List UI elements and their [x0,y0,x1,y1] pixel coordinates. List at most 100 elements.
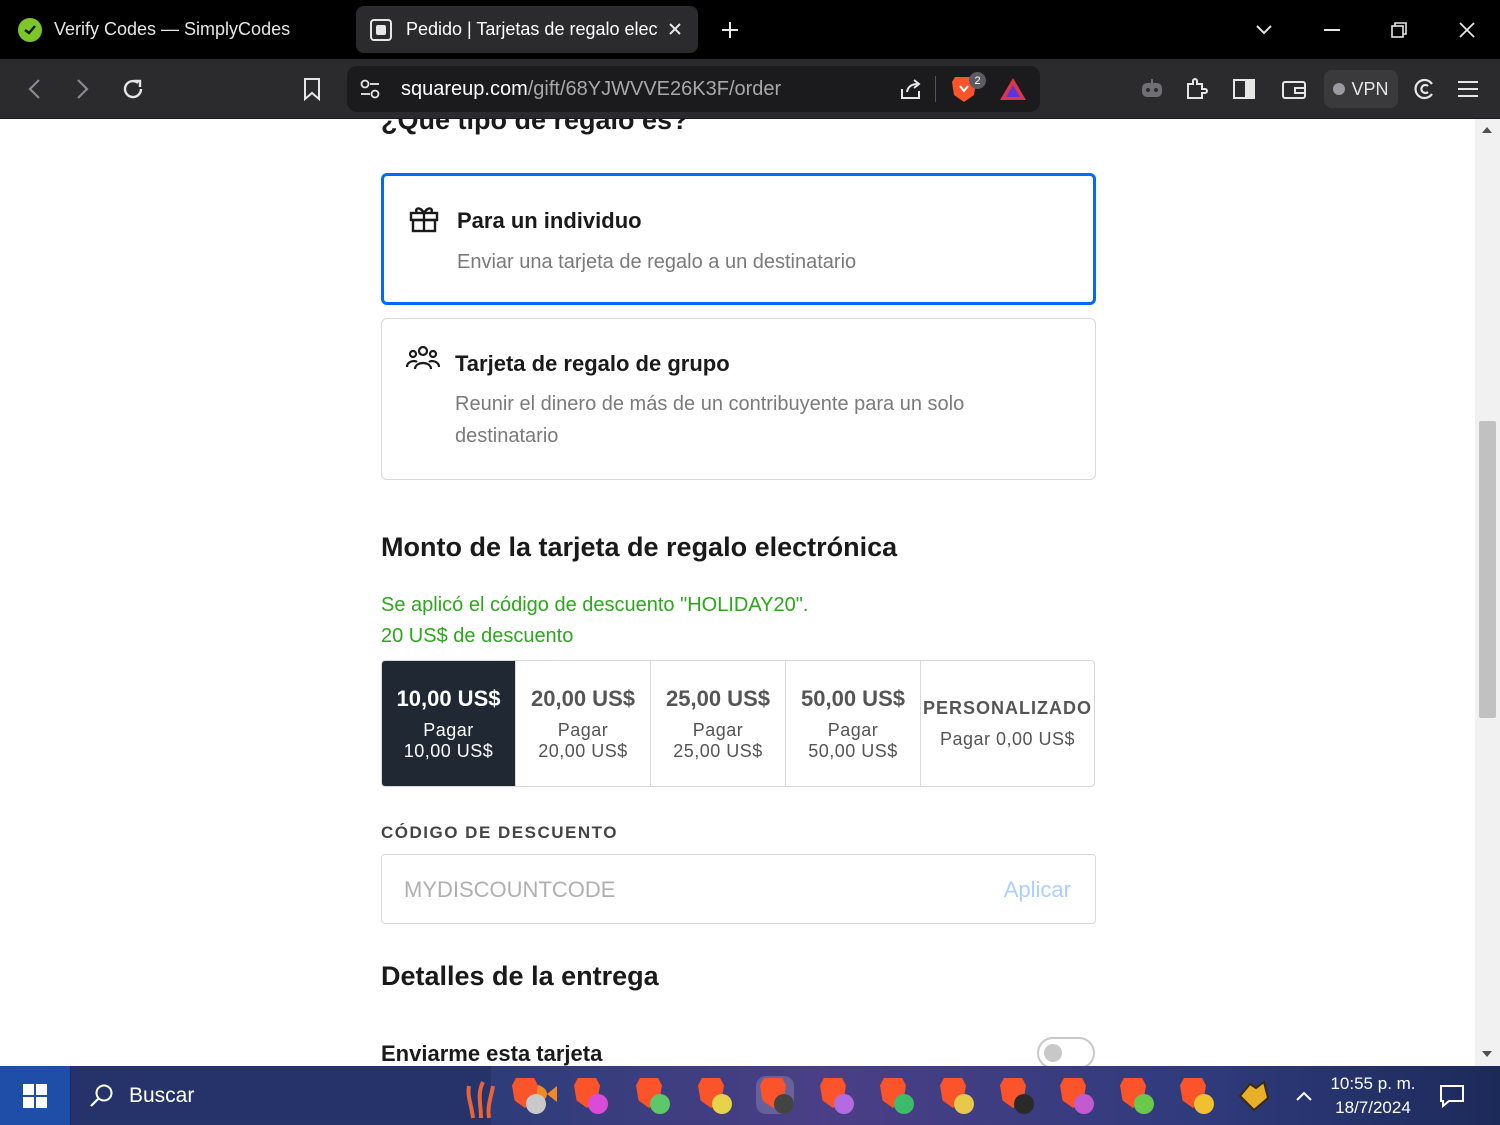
delivery-section-title: Detalles de la entrega [381,961,659,991]
brave-profile-1-icon[interactable] [508,1076,546,1114]
brave-profile-7-icon[interactable] [876,1076,914,1114]
amount-value: 25,00 US$ [666,685,770,711]
brave-profile-11-icon[interactable] [1116,1076,1154,1114]
amount-pay-value: 20,00 US$ [538,740,628,761]
scroll-down-icon[interactable] [1482,1051,1492,1057]
custom-amount-label: PERSONALIZADO [922,697,1092,718]
close-window-icon[interactable] [1453,16,1481,44]
address-bar[interactable]: squareup.com/gift/68YJWVVE26K3F/order 2 [347,66,1040,112]
tab-close-icon[interactable] [664,18,686,40]
windows-logo-icon [23,1083,47,1108]
amount-option-25[interactable]: 25,00 US$ Pagar 25,00 US$ [651,661,786,786]
tab-search-chevron-icon[interactable] [1250,16,1278,44]
vpn-button[interactable]: VPN [1324,70,1398,108]
discount-code-field: Aplicar [381,854,1096,924]
amount-pay-value: 25,00 US$ [673,740,763,761]
gift-type-individual-option[interactable]: Para un individuo Enviar una tarjeta de … [381,173,1096,305]
custom-amount-pay: Pagar 0,00 US$ [939,728,1076,749]
brave-profile-2-icon[interactable] [570,1076,608,1114]
menu-icon[interactable] [1452,73,1484,105]
brave-shields-icon[interactable]: 2 [951,72,986,106]
amount-selector: 10,00 US$ Pagar 10,00 US$ 20,00 US$ Paga… [381,660,1095,787]
brave-profile-12-icon[interactable] [1176,1076,1214,1114]
amount-pay-label: Pagar [692,719,744,740]
restore-icon[interactable] [1385,16,1413,44]
windows-taskbar: Buscar 10:55 p. m. 18/7/2024 [0,1066,1500,1125]
search-label: Buscar [129,1083,195,1107]
taskbar-search[interactable]: Buscar [71,1066,557,1125]
amount-value: 20,00 US$ [531,685,635,711]
sidebar-icon[interactable] [1228,73,1260,105]
brave-news-icon[interactable] [1408,73,1440,105]
toggle-knob [1044,1044,1062,1062]
clock-time: 10:55 p. m. [1330,1074,1416,1093]
notifications-icon[interactable] [1438,1082,1466,1110]
option-title: Tarjeta de regalo de grupo [455,351,730,376]
tab-title: Verify Codes — SimplyCodes [54,19,291,39]
option-description: Enviar una tarjeta de regalo a un destin… [457,251,857,273]
site-settings-icon[interactable] [359,78,381,105]
discount-amount-message: 20 US$ de descuento [381,625,574,647]
group-icon [405,343,441,377]
gift-type-heading: ¿Qué tipo de regalo es? [381,119,689,135]
brave-rewards-icon[interactable] [999,77,1027,106]
extensions-icon[interactable] [1181,73,1213,105]
amount-value: 10,00 US$ [396,685,501,711]
discount-code-input[interactable] [404,873,964,907]
apply-discount-button[interactable]: Aplicar [1004,877,1071,903]
option-title: Para un individuo [457,208,642,233]
browser-tab-bar: Verify Codes — SimplyCodes Pedido | Tarj… [0,0,1500,59]
vpn-label: VPN [1351,78,1389,99]
url-host: squareup.com [401,78,528,100]
page-viewport: ¿Qué tipo de regalo es? Para un individu… [0,119,1475,1066]
amount-pay-label: Pagar [827,719,879,740]
scrollbar-thumb[interactable] [1479,421,1496,718]
amount-option-50[interactable]: 50,00 US$ Pagar 50,00 US$ [786,661,921,786]
brave-profile-6-icon[interactable] [816,1076,854,1114]
search-icon [90,1084,113,1107]
tab-pedido[interactable]: Pedido | Tarjetas de regalo electrónicas [356,6,698,53]
url-path: /gift/68YJWVVE26K3F/order [527,78,782,100]
gift-type-group-option[interactable]: Tarjeta de regalo de grupo Reunir el din… [381,318,1096,480]
browser-toolbar: squareup.com/gift/68YJWVVE26K3F/order 2 … [0,59,1500,119]
send-to-me-label: Enviarme esta tarjeta [381,1041,603,1066]
start-button[interactable] [0,1066,70,1125]
brave-profile-10-icon[interactable] [1056,1076,1094,1114]
bookmark-icon[interactable] [296,73,328,105]
minimize-icon[interactable] [1318,16,1346,44]
share-icon[interactable] [899,77,923,106]
back-icon[interactable] [18,73,50,105]
discount-applied-message: Se aplicó el código de descuento "HOLIDA… [381,594,809,616]
url-text[interactable]: squareup.com/gift/68YJWVVE26K3F/order [401,78,781,101]
new-tab-icon[interactable] [716,16,744,44]
forward-icon[interactable] [67,73,99,105]
amount-pay-value: 10,00 US$ [403,740,494,761]
square-favicon-icon [370,18,392,41]
amount-option-20[interactable]: 20,00 US$ Pagar 20,00 US$ [516,661,651,786]
taskbar-clock[interactable]: 10:55 p. m. 18/7/2024 [1330,1072,1416,1120]
send-to-me-toggle[interactable] [1037,1037,1095,1066]
shields-count-badge: 2 [969,72,986,89]
brave-profile-3-icon[interactable] [632,1076,670,1114]
pointer-app-icon[interactable] [1234,1076,1272,1114]
discount-code-label: CÓDIGO DE DESCUENTO [381,823,618,842]
scroll-up-icon[interactable] [1482,127,1492,133]
brave-profile-9-icon[interactable] [996,1076,1034,1114]
brave-profile-5-icon[interactable] [756,1076,794,1114]
amount-pay-value: 50,00 US$ [808,740,898,761]
amount-option-custom[interactable]: PERSONALIZADO Pagar 0,00 US$ [921,661,1094,786]
wallet-icon[interactable] [1278,73,1310,105]
brave-profile-8-icon[interactable] [936,1076,974,1114]
show-hidden-icons-icon[interactable] [1290,1082,1318,1110]
amount-section-title: Monto de la tarjeta de regalo electrónic… [381,532,898,562]
reload-icon[interactable] [117,73,149,105]
amount-option-10[interactable]: 10,00 US$ Pagar 10,00 US$ [382,661,516,786]
address-divider [935,76,936,102]
amount-pay-label: Pagar [423,719,474,740]
tab-verify-codes[interactable]: Verify Codes — SimplyCodes [0,6,350,53]
page-scrollbar[interactable] [1475,119,1500,1066]
gift-icon [408,202,442,236]
brave-profile-4-icon[interactable] [694,1076,732,1114]
clock-date: 18/7/2024 [1335,1098,1411,1117]
leo-ai-icon[interactable] [1136,73,1168,105]
